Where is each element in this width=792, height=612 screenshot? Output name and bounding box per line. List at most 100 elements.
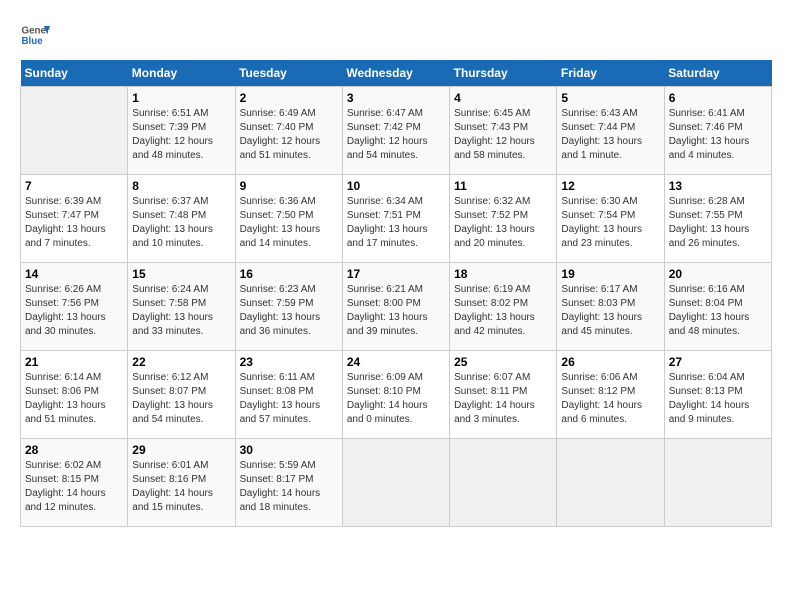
day-number: 3 bbox=[347, 91, 445, 105]
day-number: 9 bbox=[240, 179, 338, 193]
page-header: General Blue bbox=[20, 20, 772, 50]
day-number: 13 bbox=[669, 179, 767, 193]
calendar-cell: 9 Sunrise: 6:36 AMSunset: 7:50 PMDayligh… bbox=[235, 175, 342, 263]
day-number: 10 bbox=[347, 179, 445, 193]
weekday-header-thursday: Thursday bbox=[450, 60, 557, 87]
calendar-cell: 29 Sunrise: 6:01 AMSunset: 8:16 PMDaylig… bbox=[128, 439, 235, 527]
calendar-cell: 16 Sunrise: 6:23 AMSunset: 7:59 PMDaylig… bbox=[235, 263, 342, 351]
day-info: Sunrise: 6:12 AMSunset: 8:07 PMDaylight:… bbox=[132, 371, 230, 427]
calendar-cell: 7 Sunrise: 6:39 AMSunset: 7:47 PMDayligh… bbox=[21, 175, 128, 263]
calendar-cell: 18 Sunrise: 6:19 AMSunset: 8:02 PMDaylig… bbox=[450, 263, 557, 351]
calendar-cell: 19 Sunrise: 6:17 AMSunset: 8:03 PMDaylig… bbox=[557, 263, 664, 351]
day-number: 7 bbox=[25, 179, 123, 193]
day-info: Sunrise: 6:26 AMSunset: 7:56 PMDaylight:… bbox=[25, 283, 123, 339]
day-number: 17 bbox=[347, 267, 445, 281]
calendar-cell: 11 Sunrise: 6:32 AMSunset: 7:52 PMDaylig… bbox=[450, 175, 557, 263]
calendar-cell: 30 Sunrise: 5:59 AMSunset: 8:17 PMDaylig… bbox=[235, 439, 342, 527]
day-info: Sunrise: 6:39 AMSunset: 7:47 PMDaylight:… bbox=[25, 195, 123, 251]
calendar-week-1: 1 Sunrise: 6:51 AMSunset: 7:39 PMDayligh… bbox=[21, 87, 772, 175]
day-number: 28 bbox=[25, 443, 123, 457]
calendar-week-3: 14 Sunrise: 6:26 AMSunset: 7:56 PMDaylig… bbox=[21, 263, 772, 351]
day-number: 5 bbox=[561, 91, 659, 105]
calendar-cell: 10 Sunrise: 6:34 AMSunset: 7:51 PMDaylig… bbox=[342, 175, 449, 263]
day-info: Sunrise: 6:32 AMSunset: 7:52 PMDaylight:… bbox=[454, 195, 552, 251]
day-info: Sunrise: 6:16 AMSunset: 8:04 PMDaylight:… bbox=[669, 283, 767, 339]
weekday-header-sunday: Sunday bbox=[21, 60, 128, 87]
weekday-header-monday: Monday bbox=[128, 60, 235, 87]
svg-text:Blue: Blue bbox=[22, 36, 44, 47]
day-info: Sunrise: 6:06 AMSunset: 8:12 PMDaylight:… bbox=[561, 371, 659, 427]
day-info: Sunrise: 6:37 AMSunset: 7:48 PMDaylight:… bbox=[132, 195, 230, 251]
calendar-cell: 1 Sunrise: 6:51 AMSunset: 7:39 PMDayligh… bbox=[128, 87, 235, 175]
calendar-cell: 6 Sunrise: 6:41 AMSunset: 7:46 PMDayligh… bbox=[664, 87, 771, 175]
calendar-cell: 21 Sunrise: 6:14 AMSunset: 8:06 PMDaylig… bbox=[21, 351, 128, 439]
day-info: Sunrise: 6:23 AMSunset: 7:59 PMDaylight:… bbox=[240, 283, 338, 339]
calendar-cell: 4 Sunrise: 6:45 AMSunset: 7:43 PMDayligh… bbox=[450, 87, 557, 175]
day-info: Sunrise: 6:24 AMSunset: 7:58 PMDaylight:… bbox=[132, 283, 230, 339]
calendar-cell bbox=[342, 439, 449, 527]
day-info: Sunrise: 6:21 AMSunset: 8:00 PMDaylight:… bbox=[347, 283, 445, 339]
day-info: Sunrise: 6:02 AMSunset: 8:15 PMDaylight:… bbox=[25, 459, 123, 515]
day-number: 22 bbox=[132, 355, 230, 369]
calendar-cell bbox=[557, 439, 664, 527]
day-number: 18 bbox=[454, 267, 552, 281]
day-info: Sunrise: 6:28 AMSunset: 7:55 PMDaylight:… bbox=[669, 195, 767, 251]
weekday-header-tuesday: Tuesday bbox=[235, 60, 342, 87]
day-info: Sunrise: 6:34 AMSunset: 7:51 PMDaylight:… bbox=[347, 195, 445, 251]
day-info: Sunrise: 6:04 AMSunset: 8:13 PMDaylight:… bbox=[669, 371, 767, 427]
day-info: Sunrise: 6:45 AMSunset: 7:43 PMDaylight:… bbox=[454, 107, 552, 163]
calendar-cell: 12 Sunrise: 6:30 AMSunset: 7:54 PMDaylig… bbox=[557, 175, 664, 263]
day-number: 23 bbox=[240, 355, 338, 369]
calendar-cell: 20 Sunrise: 6:16 AMSunset: 8:04 PMDaylig… bbox=[664, 263, 771, 351]
day-number: 24 bbox=[347, 355, 445, 369]
day-info: Sunrise: 6:36 AMSunset: 7:50 PMDaylight:… bbox=[240, 195, 338, 251]
calendar-cell: 23 Sunrise: 6:11 AMSunset: 8:08 PMDaylig… bbox=[235, 351, 342, 439]
day-info: Sunrise: 6:14 AMSunset: 8:06 PMDaylight:… bbox=[25, 371, 123, 427]
calendar-cell: 15 Sunrise: 6:24 AMSunset: 7:58 PMDaylig… bbox=[128, 263, 235, 351]
weekday-header-saturday: Saturday bbox=[664, 60, 771, 87]
day-info: Sunrise: 6:17 AMSunset: 8:03 PMDaylight:… bbox=[561, 283, 659, 339]
calendar-cell: 14 Sunrise: 6:26 AMSunset: 7:56 PMDaylig… bbox=[21, 263, 128, 351]
calendar-cell: 8 Sunrise: 6:37 AMSunset: 7:48 PMDayligh… bbox=[128, 175, 235, 263]
day-number: 2 bbox=[240, 91, 338, 105]
day-info: Sunrise: 6:47 AMSunset: 7:42 PMDaylight:… bbox=[347, 107, 445, 163]
calendar-week-2: 7 Sunrise: 6:39 AMSunset: 7:47 PMDayligh… bbox=[21, 175, 772, 263]
day-info: Sunrise: 6:01 AMSunset: 8:16 PMDaylight:… bbox=[132, 459, 230, 515]
calendar-cell bbox=[664, 439, 771, 527]
day-number: 15 bbox=[132, 267, 230, 281]
day-info: Sunrise: 6:11 AMSunset: 8:08 PMDaylight:… bbox=[240, 371, 338, 427]
day-number: 14 bbox=[25, 267, 123, 281]
day-info: Sunrise: 5:59 AMSunset: 8:17 PMDaylight:… bbox=[240, 459, 338, 515]
calendar-cell: 3 Sunrise: 6:47 AMSunset: 7:42 PMDayligh… bbox=[342, 87, 449, 175]
day-number: 1 bbox=[132, 91, 230, 105]
day-info: Sunrise: 6:07 AMSunset: 8:11 PMDaylight:… bbox=[454, 371, 552, 427]
calendar-week-5: 28 Sunrise: 6:02 AMSunset: 8:15 PMDaylig… bbox=[21, 439, 772, 527]
day-info: Sunrise: 6:43 AMSunset: 7:44 PMDaylight:… bbox=[561, 107, 659, 163]
day-info: Sunrise: 6:51 AMSunset: 7:39 PMDaylight:… bbox=[132, 107, 230, 163]
weekday-header-friday: Friday bbox=[557, 60, 664, 87]
logo: General Blue bbox=[20, 20, 50, 50]
calendar-cell: 28 Sunrise: 6:02 AMSunset: 8:15 PMDaylig… bbox=[21, 439, 128, 527]
day-number: 30 bbox=[240, 443, 338, 457]
calendar-cell: 22 Sunrise: 6:12 AMSunset: 8:07 PMDaylig… bbox=[128, 351, 235, 439]
calendar-cell: 26 Sunrise: 6:06 AMSunset: 8:12 PMDaylig… bbox=[557, 351, 664, 439]
calendar-cell bbox=[450, 439, 557, 527]
calendar-body: 1 Sunrise: 6:51 AMSunset: 7:39 PMDayligh… bbox=[21, 87, 772, 527]
calendar-cell: 13 Sunrise: 6:28 AMSunset: 7:55 PMDaylig… bbox=[664, 175, 771, 263]
weekday-header-wednesday: Wednesday bbox=[342, 60, 449, 87]
day-number: 21 bbox=[25, 355, 123, 369]
day-number: 27 bbox=[669, 355, 767, 369]
calendar-cell: 5 Sunrise: 6:43 AMSunset: 7:44 PMDayligh… bbox=[557, 87, 664, 175]
day-info: Sunrise: 6:49 AMSunset: 7:40 PMDaylight:… bbox=[240, 107, 338, 163]
day-info: Sunrise: 6:19 AMSunset: 8:02 PMDaylight:… bbox=[454, 283, 552, 339]
calendar-cell: 17 Sunrise: 6:21 AMSunset: 8:00 PMDaylig… bbox=[342, 263, 449, 351]
day-number: 20 bbox=[669, 267, 767, 281]
day-number: 26 bbox=[561, 355, 659, 369]
calendar-cell: 24 Sunrise: 6:09 AMSunset: 8:10 PMDaylig… bbox=[342, 351, 449, 439]
day-number: 11 bbox=[454, 179, 552, 193]
calendar-cell: 27 Sunrise: 6:04 AMSunset: 8:13 PMDaylig… bbox=[664, 351, 771, 439]
calendar-cell: 25 Sunrise: 6:07 AMSunset: 8:11 PMDaylig… bbox=[450, 351, 557, 439]
day-info: Sunrise: 6:41 AMSunset: 7:46 PMDaylight:… bbox=[669, 107, 767, 163]
calendar-header: SundayMondayTuesdayWednesdayThursdayFrid… bbox=[21, 60, 772, 87]
calendar-table: SundayMondayTuesdayWednesdayThursdayFrid… bbox=[20, 60, 772, 527]
